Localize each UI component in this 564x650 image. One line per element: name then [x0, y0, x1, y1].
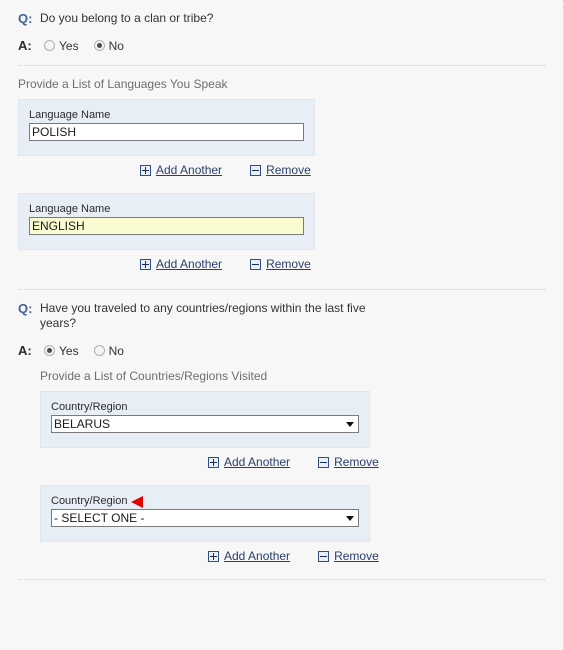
country-region-value: BELARUS — [54, 416, 111, 431]
countries-heading: Provide a List of Countries/Regions Visi… — [40, 369, 268, 383]
language-name-label: Language Name — [29, 203, 111, 215]
question-marker: Q: — [18, 301, 33, 316]
plus-icon — [140, 258, 151, 270]
radio-button-yes-icon[interactable] — [44, 345, 55, 356]
minus-icon — [250, 164, 262, 176]
remove-label[interactable]: Remove — [334, 455, 379, 469]
language-entry-panel: Language Name ENGLISH — [18, 193, 315, 250]
radio-label-yes: Yes — [59, 38, 79, 53]
radio-option-yes[interactable]: Yes — [44, 344, 79, 358]
radio-button-no-icon[interactable] — [93, 40, 105, 51]
remove-country-button[interactable]: Remove — [318, 549, 379, 563]
radio-button-no-icon[interactable] — [93, 345, 105, 356]
remove-country-button[interactable]: Remove — [318, 455, 379, 469]
add-another-label[interactable]: Add Another — [224, 455, 290, 469]
country-region-label-text: Country/Region — [51, 495, 128, 507]
languages-heading: Provide a List of Languages You Speak — [18, 77, 228, 91]
language-name-input[interactable]: POLISH — [29, 123, 304, 141]
language-entry-actions: Add Another Remove — [18, 250, 545, 271]
country-region-label: Country/Region — [51, 495, 359, 508]
country-region-value: - SELECT ONE - — [54, 510, 145, 525]
remove-label[interactable]: Remove — [334, 549, 379, 563]
remove-language-button[interactable]: Remove — [250, 257, 311, 271]
question-marker: Q: — [18, 11, 33, 26]
chevron-down-icon — [346, 515, 354, 521]
question-text: Do you belong to a clan or tribe? — [40, 11, 214, 25]
country-region-select[interactable]: BELARUS — [51, 415, 359, 433]
plus-icon — [208, 550, 219, 562]
radio-label-no: No — [108, 343, 124, 358]
add-another-label[interactable]: Add Another — [156, 163, 222, 177]
answer-marker: A: — [18, 343, 32, 358]
add-another-label[interactable]: Add Another — [156, 257, 222, 271]
answer-row: A: Yes No — [18, 331, 545, 358]
add-another-country-button[interactable]: Add Another — [208, 549, 290, 563]
remove-language-button[interactable]: Remove — [250, 163, 311, 177]
plus-icon — [140, 164, 151, 176]
country-region-select[interactable]: - SELECT ONE - — [51, 509, 359, 527]
radio-group-travel: Yes No — [40, 344, 132, 358]
question-block-travel: Q: Have you traveled to any countries/re… — [0, 290, 563, 563]
add-another-language-button[interactable]: Add Another — [140, 163, 222, 177]
question-text: Have you traveled to any countries/regio… — [40, 301, 366, 330]
radio-label-no: No — [108, 38, 124, 53]
remove-label[interactable]: Remove — [266, 163, 311, 177]
question-row: Q: Do you belong to a clan or tribe? — [18, 0, 545, 26]
question-block-clan: Q: Do you belong to a clan or tribe? A: … — [0, 0, 563, 53]
answer-marker: A: — [18, 38, 32, 53]
mouse-cursor-arrow-icon — [131, 495, 144, 508]
country-entry-panel: Country/Region - SELECT ONE - — [40, 485, 370, 542]
country-region-label: Country/Region — [51, 401, 128, 413]
radio-label-yes: Yes — [59, 343, 79, 358]
country-entry-panel: Country/Region BELARUS — [40, 391, 370, 448]
form-page: Q: Do you belong to a clan or tribe? A: … — [0, 0, 564, 650]
add-another-country-button[interactable]: Add Another — [208, 455, 290, 469]
minus-icon — [318, 550, 330, 562]
question-row: Q: Have you traveled to any countries/re… — [18, 290, 545, 331]
language-entry-panel: Language Name POLISH — [18, 99, 315, 156]
radio-group-clan: Yes No — [40, 39, 132, 53]
answer-row: A: Yes No — [18, 26, 545, 53]
section-divider — [18, 579, 545, 580]
add-another-language-button[interactable]: Add Another — [140, 257, 222, 271]
minus-icon — [250, 258, 262, 270]
language-name-label: Language Name — [29, 109, 111, 121]
plus-icon — [208, 456, 219, 468]
radio-option-yes[interactable]: Yes — [44, 39, 79, 53]
chevron-down-icon — [346, 421, 354, 427]
radio-option-no[interactable]: No — [93, 343, 124, 358]
country-entry-actions: Add Another Remove — [40, 542, 545, 563]
languages-section: Provide a List of Languages You Speak La… — [0, 66, 563, 271]
radio-option-no[interactable]: No — [93, 38, 124, 53]
minus-icon — [318, 456, 330, 468]
countries-section: Provide a List of Countries/Regions Visi… — [18, 358, 545, 563]
language-entry-actions: Add Another Remove — [18, 156, 545, 177]
country-entry-actions: Add Another Remove — [40, 448, 545, 469]
language-name-input[interactable]: ENGLISH — [29, 217, 304, 235]
remove-label[interactable]: Remove — [266, 257, 311, 271]
radio-button-yes-icon[interactable] — [44, 40, 55, 51]
add-another-label[interactable]: Add Another — [224, 549, 290, 563]
